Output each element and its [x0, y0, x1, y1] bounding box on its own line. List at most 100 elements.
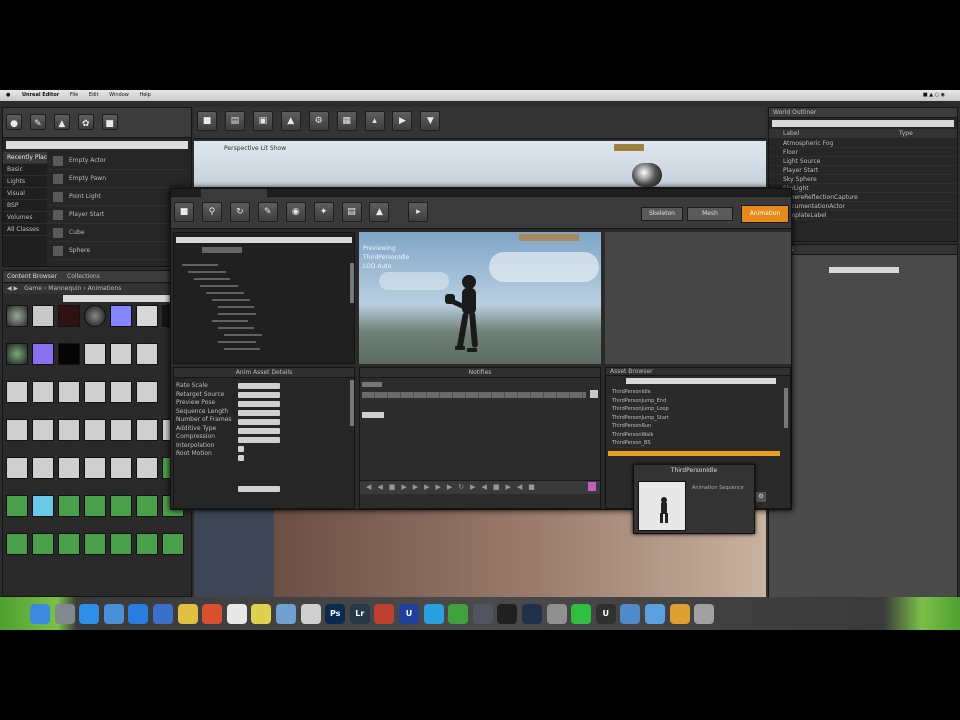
- outliner-search[interactable]: [772, 120, 954, 127]
- outliner-row[interactable]: SkyLight: [769, 184, 957, 193]
- unreal-icon[interactable]: U: [399, 604, 419, 624]
- place-mode-icon[interactable]: ●: [6, 114, 22, 130]
- anim-detail-checkbox[interactable]: [238, 455, 244, 461]
- persona-anim-icon[interactable]: ▸: [408, 202, 429, 222]
- save-icon[interactable]: ■: [197, 111, 217, 131]
- source-control-icon[interactable]: ▤: [224, 111, 245, 131]
- outliner-row[interactable]: DocumentationActor: [769, 202, 957, 211]
- asset-row[interactable]: ThirdPersonJump_End: [608, 397, 780, 405]
- play-icon[interactable]: ▶: [392, 111, 413, 131]
- safari-icon[interactable]: [79, 604, 100, 624]
- asset-thumbnail[interactable]: [110, 381, 132, 403]
- asset-thumbnail[interactable]: [110, 419, 132, 441]
- place-category[interactable]: Recently Placed: [3, 152, 47, 164]
- anim-detail-value[interactable]: [238, 392, 280, 398]
- content-icon[interactable]: ▣: [252, 111, 273, 131]
- persona-preview-icon[interactable]: ✎: [257, 202, 278, 222]
- asset-thumbnail[interactable]: [6, 305, 28, 327]
- asset-thumbnail[interactable]: [6, 419, 28, 441]
- place-actor-item[interactable]: Player Start: [49, 206, 187, 224]
- preview-icon[interactable]: [276, 604, 296, 624]
- place-category[interactable]: Lights: [3, 176, 47, 188]
- asset-thumbnail[interactable]: [84, 457, 106, 479]
- asset-thumbnail[interactable]: [84, 305, 106, 327]
- asset-row[interactable]: ThirdPersonJump_Loop: [608, 405, 780, 414]
- launch-icon[interactable]: ▼: [420, 111, 441, 131]
- place-category[interactable]: Volumes: [3, 212, 47, 224]
- apple-menu-icon[interactable]: ●: [6, 92, 10, 98]
- persona-viewport[interactable]: Previewing ThirdPersonIdle LOD Auto: [359, 232, 601, 364]
- blueprints-icon[interactable]: ▦: [336, 111, 357, 131]
- skeleton-search[interactable]: [176, 237, 352, 243]
- path-segment[interactable]: Animations: [88, 285, 122, 292]
- place-category[interactable]: Basic: [3, 164, 47, 176]
- mode-skeleton-button[interactable]: Skeleton: [641, 207, 683, 221]
- asset-thumbnail[interactable]: [58, 457, 80, 479]
- asset-thumbnail[interactable]: [32, 305, 54, 327]
- place-actor-item[interactable]: Cube: [49, 224, 187, 242]
- asset-thumbnail[interactable]: [136, 381, 158, 403]
- timeline-playhead[interactable]: [588, 482, 596, 491]
- chrome-icon[interactable]: [202, 604, 223, 624]
- asset-thumbnail[interactable]: [58, 495, 80, 517]
- mode-animation-button[interactable]: Animation: [741, 205, 789, 223]
- asset-thumbnail[interactable]: [6, 533, 28, 555]
- details-search[interactable]: [829, 267, 899, 273]
- outliner-row[interactable]: Player Start: [769, 166, 957, 175]
- asset-thumbnail[interactable]: [32, 533, 54, 555]
- asset-row[interactable]: ThirdPerson_BS: [608, 439, 780, 448]
- mode-mesh-button[interactable]: Mesh: [687, 207, 733, 221]
- viewport-options-icon[interactable]: [614, 144, 644, 151]
- geometry-mode-icon[interactable]: ■: [101, 114, 118, 130]
- path-segment[interactable]: Game: [24, 285, 42, 292]
- persona-export-icon[interactable]: ▤: [341, 202, 362, 222]
- menu-app-name[interactable]: Unreal Editor: [22, 92, 59, 98]
- calendar-icon[interactable]: [226, 604, 247, 624]
- tab-content-browser[interactable]: Content Browser: [7, 273, 57, 280]
- utilities-icon[interactable]: [546, 604, 567, 624]
- asset-row[interactable]: ThirdPersonWalk: [608, 431, 780, 439]
- persona-compress-icon[interactable]: ▲: [369, 202, 390, 222]
- outliner-row[interactable]: SphereReflectionCapture: [769, 193, 957, 202]
- outliner-row[interactable]: Atmospheric Fog: [769, 139, 957, 148]
- asset-thumbnail[interactable]: [6, 343, 28, 365]
- asset-thumbnail[interactable]: [110, 495, 132, 517]
- menu-window[interactable]: Window: [109, 92, 129, 98]
- anim-detail-value[interactable]: [238, 410, 280, 416]
- asset-thumbnail[interactable]: [110, 533, 132, 555]
- level-viewport[interactable]: Perspective Lit Show: [194, 141, 766, 187]
- asset-browser-scrollbar[interactable]: [784, 388, 788, 428]
- asset-view-options-button[interactable]: ⚙: [756, 492, 766, 502]
- outliner-col-label[interactable]: Label: [783, 130, 799, 137]
- launchpad-icon[interactable]: [54, 604, 75, 624]
- asset-thumbnail[interactable]: [58, 343, 80, 365]
- outliner-row[interactable]: Sky Sphere: [769, 175, 957, 184]
- notify-event[interactable]: [362, 412, 384, 418]
- forward-icon[interactable]: ▶: [14, 285, 19, 292]
- anim-detail-value[interactable]: [238, 419, 280, 425]
- anim-detail-value[interactable]: [238, 486, 280, 492]
- asset-thumbnail[interactable]: [58, 533, 80, 555]
- appstore-icon[interactable]: [128, 604, 149, 624]
- asset-thumbnail[interactable]: [110, 457, 132, 479]
- tab-collections[interactable]: Collections: [67, 273, 100, 280]
- place-actor-item[interactable]: Sphere: [49, 242, 187, 260]
- persona-record-icon[interactable]: ◉: [285, 202, 306, 222]
- timeline-marker-button[interactable]: [590, 390, 598, 398]
- asset-row[interactable]: ThirdPersonRun: [608, 422, 780, 431]
- asset-thumbnail[interactable]: [136, 457, 158, 479]
- build-icon[interactable]: ▴: [364, 111, 385, 131]
- marketplace-icon[interactable]: ▲: [280, 111, 301, 131]
- asset-thumbnail[interactable]: [110, 305, 132, 327]
- disk-icon[interactable]: [620, 604, 641, 624]
- viewport-options-bar[interactable]: [519, 234, 579, 241]
- anim-detail-value[interactable]: [238, 401, 280, 407]
- place-category[interactable]: BSP: [3, 200, 47, 212]
- asset-thumbnail[interactable]: [84, 419, 106, 441]
- anim-detail-value[interactable]: [238, 383, 280, 389]
- notes-icon[interactable]: [177, 604, 198, 624]
- anim-detail-value[interactable]: [238, 437, 280, 443]
- itunes-icon[interactable]: [153, 604, 173, 624]
- settings-icon[interactable]: ⚙: [308, 111, 329, 131]
- asset-thumbnail[interactable]: [32, 457, 54, 479]
